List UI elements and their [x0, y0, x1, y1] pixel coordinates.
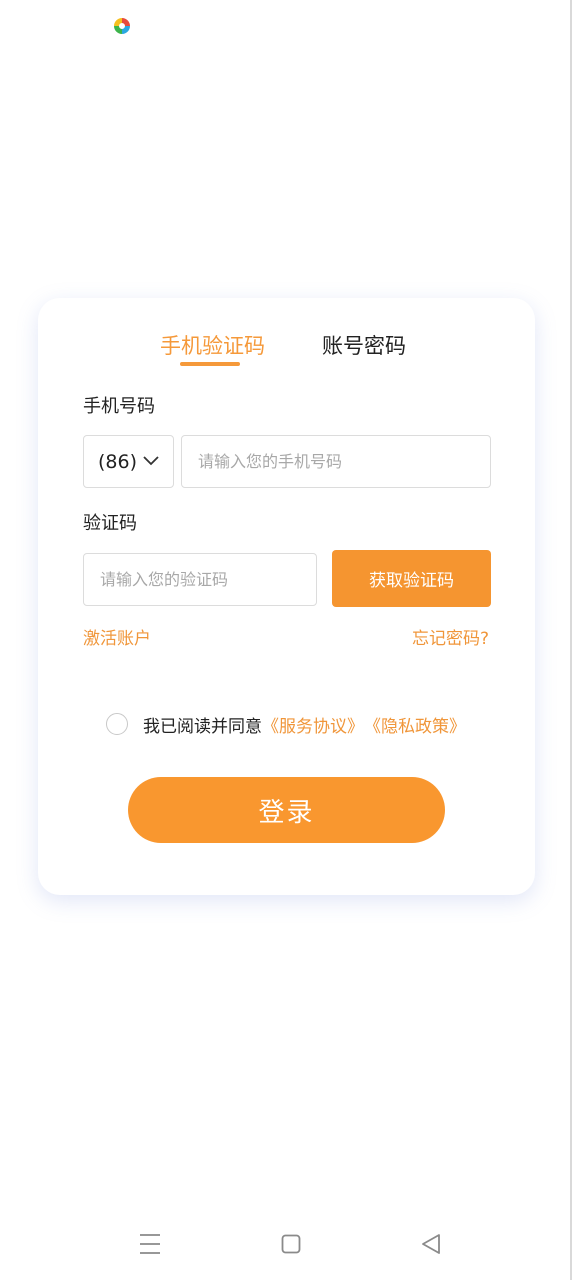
country-code-value: (86): [97, 450, 137, 473]
privacy-policy-link[interactable]: 《隐私政策》: [364, 712, 466, 737]
back-icon[interactable]: [421, 1232, 441, 1256]
country-code-selector[interactable]: (86): [83, 435, 174, 488]
active-tab-indicator: [180, 362, 240, 366]
chevron-down-icon: [143, 455, 159, 465]
activate-account-link[interactable]: 激活账户: [83, 627, 151, 651]
verification-code-input[interactable]: [84, 554, 316, 605]
colorful-pinwheel-icon: [114, 18, 130, 34]
phone-number-field[interactable]: [181, 435, 491, 488]
agreement-text: 我已阅读并同意: [143, 716, 262, 737]
service-agreement-link[interactable]: 《服务协议》: [262, 712, 364, 737]
agreement-checkbox[interactable]: [106, 713, 128, 735]
home-icon[interactable]: [281, 1232, 301, 1256]
tab-account-password[interactable]: 账号密码: [322, 332, 406, 360]
verification-code-field[interactable]: [83, 553, 317, 606]
forgot-password-link[interactable]: 忘记密码?: [412, 627, 489, 651]
tab-sms-code[interactable]: 手机验证码: [160, 332, 265, 360]
verification-code-label: 验证码: [83, 513, 137, 534]
agreement-row: 我已阅读并同意 《服务协议》 《隐私政策》: [106, 711, 466, 737]
menu-icon[interactable]: [139, 1232, 161, 1256]
get-code-button[interactable]: 获取验证码: [332, 550, 491, 607]
phone-number-label: 手机号码: [83, 396, 155, 417]
phone-number-input[interactable]: [182, 436, 490, 487]
login-button[interactable]: 登录: [128, 777, 445, 843]
